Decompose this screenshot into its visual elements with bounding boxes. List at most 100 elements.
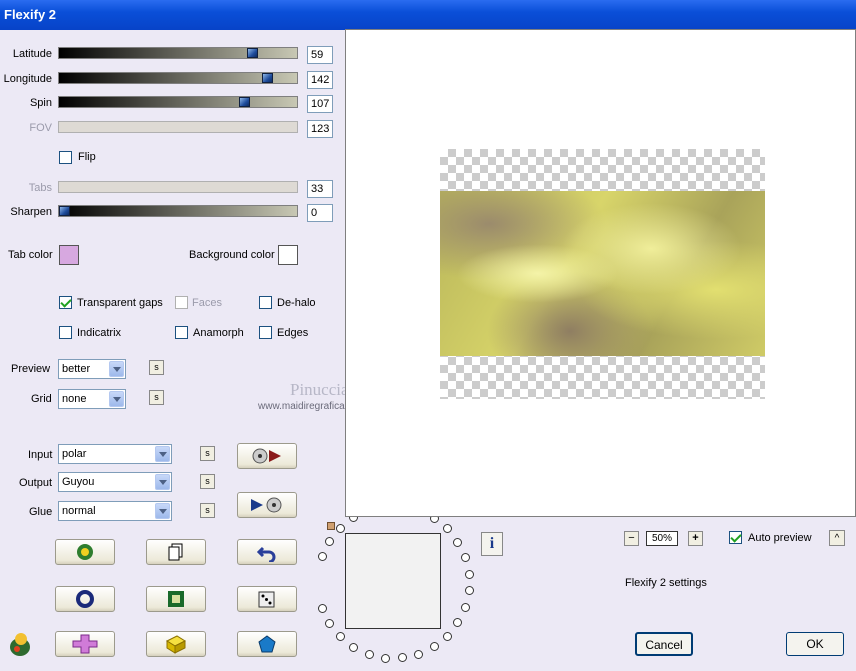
preset-dot[interactable] [335, 523, 345, 533]
cross-shape-button[interactable] [55, 631, 115, 657]
preview-quality-select[interactable]: better [58, 359, 126, 379]
preset-thumbnail[interactable] [345, 533, 441, 629]
preset-dot[interactable] [364, 649, 374, 659]
longitude-slider-thumb[interactable] [262, 73, 273, 83]
sharpen-slider-thumb[interactable] [59, 206, 70, 216]
fov-slider [58, 121, 298, 133]
info-button[interactable]: i [481, 532, 503, 556]
zoom-in-button[interactable]: + [688, 531, 703, 546]
output-s-button[interactable]: s [200, 474, 215, 489]
preset-dot[interactable] [349, 642, 359, 652]
edges-label: Edges [277, 327, 309, 339]
grid-select[interactable]: none [58, 389, 126, 409]
output-select[interactable]: Guyou [58, 472, 172, 492]
preview-quality-value: better [62, 363, 91, 375]
pentagon-shape-button[interactable] [237, 631, 297, 657]
transparent-gaps-checkbox[interactable] [59, 296, 72, 309]
copy-button[interactable] [146, 539, 206, 565]
settings-title: Flexify 2 settings [625, 577, 707, 589]
preset-dot[interactable] [381, 653, 391, 663]
cube-icon [165, 635, 187, 654]
chevron-down-icon[interactable] [155, 474, 170, 490]
flip-checkbox[interactable] [59, 151, 72, 164]
inverse-transform-button[interactable] [237, 492, 297, 518]
preset-dot[interactable] [464, 569, 474, 579]
sharpen-slider[interactable] [58, 205, 298, 217]
sharpen-field[interactable]: 0 [307, 204, 333, 222]
preset-dot[interactable] [429, 642, 439, 652]
chevron-down-icon[interactable] [155, 503, 170, 519]
cancel-button[interactable]: Cancel [635, 632, 693, 656]
edges-checkbox[interactable] [259, 326, 272, 339]
anamorph-label: Anamorph [193, 327, 244, 339]
flip-label: Flip [78, 151, 96, 163]
longitude-slider[interactable] [58, 72, 298, 84]
preset-dot[interactable] [414, 649, 424, 659]
latitude-slider[interactable] [58, 47, 298, 59]
arrow-disc-right-icon [251, 497, 282, 513]
latitude-field[interactable]: 59 [307, 46, 333, 64]
preset-dot[interactable] [325, 619, 335, 629]
preset-dot[interactable] [453, 618, 463, 628]
preview-s-button[interactable]: s [149, 360, 164, 375]
undo-button[interactable] [237, 539, 297, 565]
chevron-down-icon[interactable] [109, 361, 124, 377]
de-halo-checkbox[interactable] [259, 296, 272, 309]
spin-slider[interactable] [58, 96, 298, 108]
preset-dot[interactable] [442, 631, 452, 641]
tab-color-swatch[interactable] [59, 245, 79, 265]
grid-s-button[interactable]: s [149, 390, 164, 405]
auto-preview-checkbox[interactable] [729, 531, 742, 544]
preset-dot[interactable] [317, 603, 327, 613]
preset-dot[interactable] [397, 653, 407, 663]
latitude-slider-thumb[interactable] [247, 48, 258, 58]
random-dice-button[interactable] [237, 586, 297, 612]
forward-transform-button[interactable] [237, 443, 297, 469]
spin-field[interactable]: 107 [307, 95, 333, 113]
tab-color-label: Tab color [8, 249, 53, 261]
output-value: Guyou [62, 476, 95, 488]
zoom-out-button[interactable]: − [624, 531, 639, 546]
longitude-field[interactable]: 142 [307, 71, 333, 89]
background-color-swatch[interactable] [278, 245, 298, 265]
sharpen-label: Sharpen [10, 206, 52, 218]
square-shape-button[interactable] [146, 586, 206, 612]
chevron-down-icon[interactable] [155, 446, 170, 462]
pages-icon [168, 543, 183, 561]
preset-dot[interactable] [464, 586, 474, 596]
preset-dot[interactable] [460, 553, 470, 562]
collapse-button[interactable]: ^ [829, 530, 845, 546]
zoom-level-field[interactable]: 50% [646, 531, 678, 546]
spin-slider-thumb[interactable] [239, 97, 250, 107]
preset-dot[interactable] [317, 552, 327, 561]
faces-checkbox [175, 296, 188, 309]
auto-preview-label: Auto preview [748, 532, 812, 544]
preset-marker-icon[interactable] [327, 522, 335, 530]
longitude-label: Longitude [3, 73, 52, 85]
preview-canvas[interactable] [345, 29, 856, 517]
preset-dot[interactable] [453, 537, 463, 547]
glue-s-button[interactable]: s [200, 503, 215, 518]
disc-arrow-right-icon [252, 448, 281, 464]
de-halo-label: De-halo [277, 297, 316, 309]
glue-value: normal [62, 505, 96, 517]
latitude-label: Latitude [12, 48, 52, 60]
ring-shape-button[interactable] [55, 586, 115, 612]
randomize-settings-button[interactable] [55, 539, 115, 565]
indicatrix-label: Indicatrix [77, 327, 122, 339]
indicatrix-checkbox[interactable] [59, 326, 72, 339]
glue-select[interactable]: normal [58, 501, 172, 521]
ok-button[interactable]: OK [786, 632, 844, 656]
preset-dot[interactable] [442, 524, 452, 534]
input-select[interactable]: polar [58, 444, 172, 464]
input-s-button[interactable]: s [200, 446, 215, 461]
flower-icon [77, 544, 93, 560]
chevron-down-icon[interactable] [109, 391, 124, 407]
anamorph-checkbox[interactable] [175, 326, 188, 339]
undo-arrow-icon [257, 546, 276, 562]
preset-dot[interactable] [325, 536, 335, 546]
tabs-label: Tabs [28, 182, 52, 194]
cube-shape-button[interactable] [146, 631, 206, 657]
preset-dot[interactable] [460, 602, 470, 612]
preset-dot[interactable] [335, 632, 345, 642]
